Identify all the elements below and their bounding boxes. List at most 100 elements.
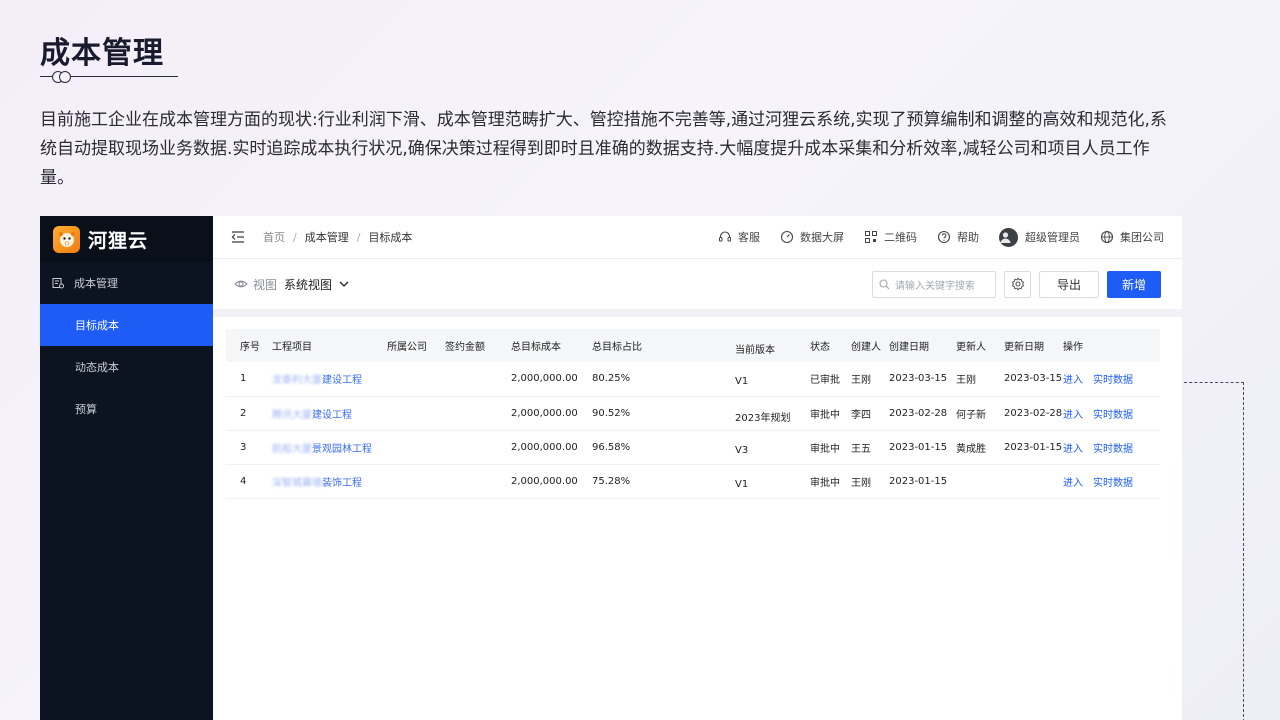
cell-updater bbox=[956, 464, 1004, 499]
add-button[interactable]: 新增 bbox=[1107, 270, 1161, 298]
sidebar-item-label: 目标成本 bbox=[75, 319, 119, 332]
sidebar-item-label: 预算 bbox=[75, 403, 97, 416]
cell-updated: 2023-01-15 bbox=[1004, 430, 1063, 465]
column-header[interactable]: 状态 bbox=[810, 329, 851, 362]
cell-created: 2023-03-15 bbox=[889, 362, 956, 397]
cell-company bbox=[387, 362, 445, 397]
sidebar-item-budget[interactable]: 预算 bbox=[40, 388, 213, 430]
view-select-value: 系统视图 bbox=[284, 277, 333, 292]
cell-project[interactable]: 航船大厦景观园林工程 bbox=[272, 430, 387, 465]
cell-status: 审批中 bbox=[810, 396, 851, 431]
toolbar: 视图 系统视图 请输入关键字搜索 导出 新增 bbox=[213, 259, 1182, 309]
topbar: 首页 / 成本管理 / 目标成本 客服 数据大屏 二维码 帮助 超级管理员 集团… bbox=[213, 216, 1182, 259]
enter-link[interactable]: 进入 bbox=[1063, 410, 1083, 421]
table-row[interactable]: 2 腾讯大厦建设工程 2,000,000.00 90.52% 2023年规划 审… bbox=[226, 396, 1160, 431]
cell-status: 审批中 bbox=[810, 464, 851, 499]
cell-status: 审批中 bbox=[810, 430, 851, 465]
column-header[interactable]: 签约金额 bbox=[445, 329, 511, 362]
eye-icon bbox=[234, 280, 248, 288]
help-label: 帮助 bbox=[957, 231, 979, 244]
cell-project[interactable]: 深智城幕墙装饰工程 bbox=[272, 464, 387, 499]
cell-version: V3 bbox=[735, 430, 810, 465]
table-header-row: 序号 工程项目 所属公司 签约金额 总目标成本 总目标占比 当前版本 状态 创建… bbox=[226, 329, 1160, 362]
slide-description: 目前施工企业在成本管理方面的现状:行业利润下滑、成本管理范畴扩大、管控措施不完善… bbox=[40, 110, 1167, 188]
export-button[interactable]: 导出 bbox=[1039, 270, 1099, 298]
column-header[interactable]: 创建人 bbox=[851, 329, 889, 362]
cell-created: 2023-01-15 bbox=[889, 464, 956, 499]
table-row[interactable]: 3 航船大厦景观园林工程 2,000,000.00 96.58% V3 审批中 … bbox=[226, 430, 1160, 465]
column-header[interactable]: 总目标占比 bbox=[592, 329, 735, 362]
sidebar-item-dynamic-cost[interactable]: 动态成本 bbox=[40, 346, 213, 388]
brand[interactable]: 河狸云 bbox=[40, 216, 213, 262]
service-button[interactable]: 客服 bbox=[718, 229, 760, 245]
cell-status: 已审批 bbox=[810, 362, 851, 397]
user-name: 超级管理员 bbox=[1025, 231, 1080, 244]
cell-updater: 黄成胜 bbox=[956, 430, 1004, 465]
column-header[interactable]: 序号 bbox=[226, 329, 272, 362]
qrcode-button[interactable]: 二维码 bbox=[864, 229, 917, 245]
cell-ratio: 96.58% bbox=[592, 430, 735, 465]
table-row[interactable]: 4 深智城幕墙装饰工程 2,000,000.00 75.28% V1 审批中 王… bbox=[226, 464, 1160, 499]
column-header[interactable]: 更新日期 bbox=[1004, 329, 1063, 362]
enter-link[interactable]: 进入 bbox=[1063, 375, 1083, 386]
column-header[interactable]: 创建日期 bbox=[889, 329, 956, 362]
help-icon bbox=[937, 230, 951, 244]
enter-link[interactable]: 进入 bbox=[1063, 478, 1083, 489]
sidebar-group-cost[interactable]: 成本管理 bbox=[40, 262, 213, 304]
breadcrumb-home[interactable]: 首页 bbox=[263, 229, 285, 245]
gauge-icon bbox=[780, 230, 794, 244]
cell-cost: 2,000,000.00 bbox=[511, 396, 592, 431]
cell-version: V1 bbox=[735, 464, 810, 499]
column-header[interactable]: 所属公司 bbox=[387, 329, 445, 362]
realtime-data-link[interactable]: 实时数据 bbox=[1093, 375, 1133, 386]
company-switch[interactable]: 集团公司 bbox=[1100, 229, 1164, 245]
column-header[interactable]: 总目标成本 bbox=[511, 329, 592, 362]
cell-actions: 进入 实时数据 bbox=[1063, 362, 1160, 397]
cell-created: 2023-02-28 bbox=[889, 396, 956, 431]
breadcrumb-current: 目标成本 bbox=[368, 231, 413, 244]
dashboard-label: 数据大屏 bbox=[800, 231, 844, 244]
cell-updated: 2023-03-15 bbox=[1004, 362, 1063, 397]
breadcrumb: 首页 / 成本管理 / 目标成本 bbox=[263, 229, 413, 245]
cell-company bbox=[387, 396, 445, 431]
cell-actions: 进入 实时数据 bbox=[1063, 430, 1160, 465]
cell-updated: 2023-02-28 bbox=[1004, 396, 1063, 431]
user-menu[interactable]: 超级管理员 bbox=[999, 227, 1080, 247]
search-input[interactable]: 请输入关键字搜索 bbox=[872, 270, 996, 298]
cell-creator: 王刚 bbox=[851, 464, 889, 499]
cell-amount bbox=[445, 464, 511, 499]
realtime-data-link[interactable]: 实时数据 bbox=[1093, 410, 1133, 421]
slide-title: 成本管理 bbox=[40, 36, 164, 71]
ledger-icon bbox=[52, 278, 64, 289]
brand-name: 河狸云 bbox=[88, 229, 149, 252]
cell-project[interactable]: 龙泰利大厦建设工程 bbox=[272, 362, 387, 397]
column-header[interactable]: 当前版本 bbox=[735, 329, 810, 362]
breadcrumb-cost-management[interactable]: 成本管理 bbox=[305, 229, 349, 245]
column-header: 操作 bbox=[1063, 342, 1083, 353]
realtime-data-link[interactable]: 实时数据 bbox=[1093, 444, 1133, 455]
column-header[interactable]: 工程项目 bbox=[272, 329, 387, 362]
settings-button[interactable] bbox=[1004, 270, 1031, 298]
column-header[interactable]: 更新人 bbox=[956, 329, 1004, 362]
cell-creator: 王五 bbox=[851, 430, 889, 465]
cell-updater: 何子新 bbox=[956, 396, 1004, 431]
table-panel: 序号 工程项目 所属公司 签约金额 总目标成本 总目标占比 当前版本 状态 创建… bbox=[213, 317, 1182, 720]
search-icon bbox=[879, 278, 890, 289]
enter-link[interactable]: 进入 bbox=[1063, 444, 1083, 455]
title-decoration bbox=[40, 70, 180, 84]
view-select[interactable]: 系统视图 bbox=[284, 276, 350, 293]
sidebar-item-target-cost[interactable]: 目标成本 bbox=[40, 304, 213, 346]
dashboard-button[interactable]: 数据大屏 bbox=[780, 229, 844, 245]
beaver-logo-icon bbox=[53, 225, 80, 253]
realtime-data-link[interactable]: 实时数据 bbox=[1093, 478, 1133, 489]
help-button[interactable]: 帮助 bbox=[937, 229, 979, 245]
cell-cost: 2,000,000.00 bbox=[511, 464, 592, 499]
table-row[interactable]: 1 龙泰利大厦建设工程 2,000,000.00 80.25% V1 已审批 王… bbox=[226, 362, 1160, 397]
cell-amount bbox=[445, 430, 511, 465]
sidebar: 河狸云 成本管理 目标成本 动态成本 预算 bbox=[40, 216, 213, 720]
cell-version: 2023年规划 bbox=[735, 396, 810, 431]
avatar bbox=[999, 227, 1018, 247]
cell-ratio: 90.52% bbox=[592, 396, 735, 431]
cell-project[interactable]: 腾讯大厦建设工程 bbox=[272, 396, 387, 431]
menu-fold-icon[interactable] bbox=[231, 230, 245, 244]
